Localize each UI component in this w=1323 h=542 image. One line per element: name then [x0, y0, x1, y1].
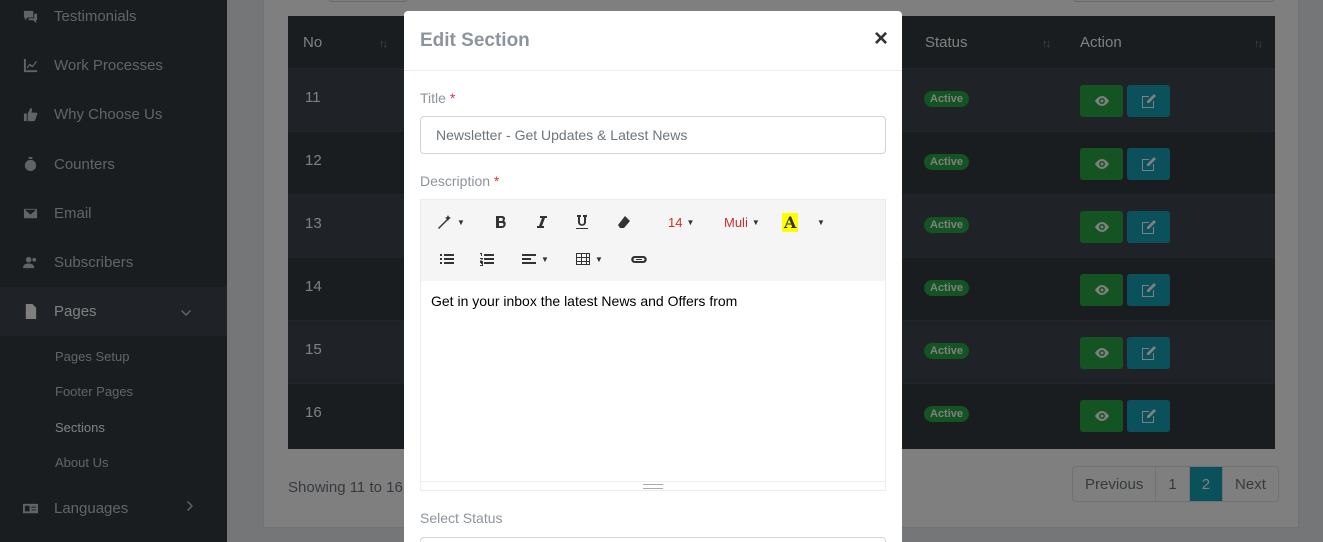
font-name-dropdown[interactable]: Muli ▼ — [724, 210, 760, 234]
text-color-button[interactable]: A — [782, 210, 799, 234]
editor-resize-handle[interactable] — [421, 481, 885, 491]
align-left-icon — [522, 254, 536, 264]
font-size-value: 14 — [668, 214, 683, 230]
editor-toolbar: ▼ 14 ▼ Muli ▼ A ▼ ▼ ▼ — [421, 200, 885, 281]
edit-section-modal: Edit Section × Title * Newsletter - Get … — [404, 11, 902, 542]
title-label: Title * — [420, 90, 455, 106]
select-status-label: Select Status — [420, 510, 503, 526]
underline-button[interactable] — [574, 210, 590, 234]
caret-down-icon: ▼ — [457, 217, 465, 227]
table-icon — [576, 253, 590, 265]
modal-title: Edit Section — [420, 30, 530, 51]
caret-down-icon: ▼ — [686, 217, 695, 227]
caret-down-icon: ▼ — [751, 217, 760, 227]
description-editor: ▼ 14 ▼ Muli ▼ A ▼ ▼ ▼ Get in your inbox … — [420, 199, 886, 491]
bold-icon — [496, 216, 506, 228]
description-label: Description * — [420, 173, 499, 189]
required-mark: * — [449, 90, 456, 106]
text-color-dropdown[interactable]: ▼ — [813, 210, 825, 234]
unordered-list-button[interactable] — [439, 247, 455, 271]
style-button[interactable]: ▼ — [437, 210, 465, 234]
list-ol-icon — [480, 253, 494, 266]
table-dropdown[interactable]: ▼ — [575, 247, 603, 271]
close-button[interactable]: × — [874, 27, 888, 51]
paragraph-align-dropdown[interactable]: ▼ — [521, 247, 549, 271]
title-label-text: Title — [420, 90, 446, 106]
editor-content[interactable]: Get in your inbox the latest News and Of… — [421, 281, 885, 481]
text-color-icon: A — [782, 212, 799, 232]
modal-header: Edit Section × — [404, 11, 902, 71]
caret-down-icon: ▼ — [595, 254, 603, 264]
ordered-list-button[interactable] — [479, 247, 495, 271]
font-name-value: Muli — [724, 214, 748, 230]
description-label-text: Description — [420, 173, 491, 189]
link-icon — [631, 256, 647, 263]
magic-icon — [438, 215, 451, 229]
underline-icon — [576, 215, 588, 229]
link-button[interactable] — [631, 247, 647, 271]
caret-down-icon: ▼ — [817, 217, 825, 227]
bold-button[interactable] — [493, 210, 509, 234]
status-select[interactable] — [420, 537, 886, 542]
required-mark: * — [493, 173, 500, 189]
italic-icon — [537, 216, 547, 228]
italic-button[interactable] — [534, 210, 550, 234]
list-ul-icon — [440, 254, 454, 264]
font-size-dropdown[interactable]: 14 ▼ — [668, 210, 694, 234]
eraser-icon — [618, 216, 630, 228]
caret-down-icon: ▼ — [541, 254, 549, 264]
title-input[interactable]: Newsletter - Get Updates & Latest News — [420, 116, 886, 154]
clear-format-button[interactable] — [616, 210, 632, 234]
